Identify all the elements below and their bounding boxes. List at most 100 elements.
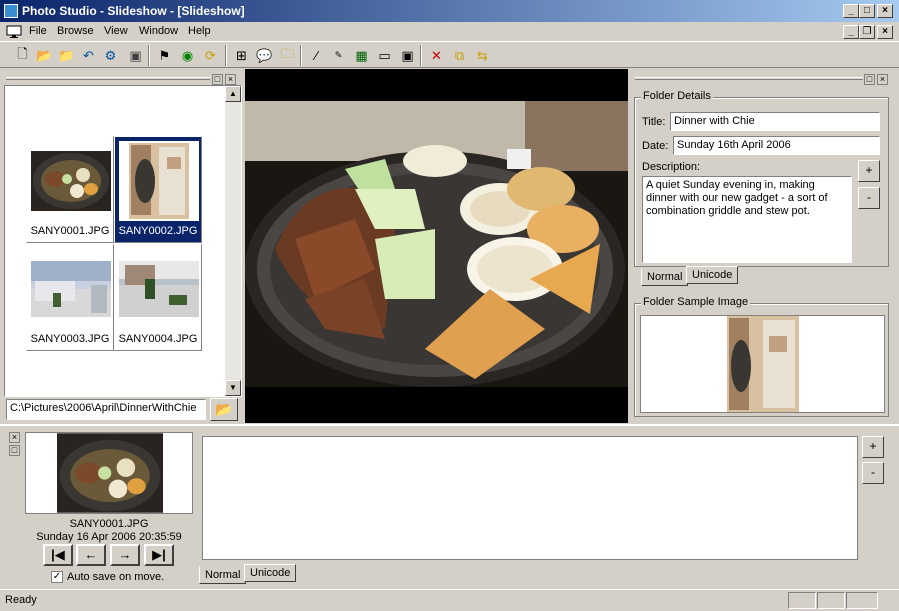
open-folder-icon: 📂 <box>215 401 233 417</box>
undo-icon[interactable]: ↶ <box>78 45 99 66</box>
save-icon[interactable]: ▣ <box>125 45 146 66</box>
toolbar: 🗋 📂 📁 ↶ ⚙ ▣ ⚑ ◉ ⟳ ⊞ 💬 🗀 ⁄ ✎ ▦ ▭ ▣ ✕ ⧉ ⇆ <box>0 41 899 68</box>
current-datetime: Sunday 16 Apr 2006 20:35:59 <box>36 531 182 543</box>
settings-icon[interactable]: ⚙ <box>100 45 121 66</box>
copy-folder-icon[interactable]: ⧉ <box>449 45 470 66</box>
thumbnail-label: SANY0001.JPG <box>30 225 110 237</box>
autosave-label: Auto save on move. <box>67 571 165 583</box>
last-icon: ▶| <box>152 547 166 562</box>
panel-float-button[interactable]: □ <box>864 74 875 85</box>
date-label: Date: <box>642 140 669 152</box>
comment-icon[interactable]: 💬 <box>254 45 275 66</box>
bottom-panel-float-button[interactable]: □ <box>9 445 20 456</box>
last-image-button[interactable]: ▶| <box>144 544 174 566</box>
comment-field[interactable] <box>202 436 858 560</box>
date-field[interactable]: Sunday 16th April 2006 <box>673 136 880 155</box>
decrease-button[interactable]: - <box>858 187 880 209</box>
menu-help[interactable]: Help <box>188 25 211 37</box>
current-thumbnail-frame <box>25 432 193 514</box>
details-panel: □ × Folder Details Title: Dinner with Ch… <box>629 69 899 424</box>
thumbnail-list[interactable]: ▲ ▼ SANY0001.JPG SANY0002.JPG SANY0003.J… <box>4 85 242 397</box>
grid-icon[interactable]: ▦ <box>351 45 372 66</box>
close-button[interactable]: × <box>877 4 893 18</box>
description-label: Description: <box>642 161 701 173</box>
menu-bar: File Browse View Window Help _ ❐ × <box>0 22 899 41</box>
bottom-panel-close-button[interactable]: × <box>9 432 20 443</box>
open-folder-alt-icon[interactable]: 📁 <box>56 45 77 66</box>
thumbnail-image <box>119 249 199 329</box>
folder-sample-title: Folder Sample Image <box>641 296 751 308</box>
thumbnail-item-selected[interactable]: SANY0002.JPG <box>114 136 202 243</box>
delete-icon[interactable]: ✕ <box>426 45 447 66</box>
status-bar: Ready <box>0 589 899 611</box>
maximize-button[interactable]: □ <box>859 4 875 18</box>
bottom-decrease-button[interactable]: - <box>862 462 884 484</box>
description-field[interactable]: A quiet Sunday evening in, making dinner… <box>642 176 852 263</box>
current-filename: SANY0001.JPG <box>69 518 149 530</box>
main-photo <box>245 101 628 387</box>
thumbnail-image <box>31 141 111 221</box>
path-field[interactable]: C:\Pictures\2006\April\DinnerWithChie <box>6 399 206 420</box>
presentation-icon[interactable]: ▣ <box>397 45 418 66</box>
thumbnail-item[interactable]: SANY0004.JPG <box>114 244 202 351</box>
scrollbar[interactable]: ▲ ▼ <box>225 86 241 396</box>
image-viewer[interactable] <box>245 69 628 423</box>
mdi-restore-button[interactable]: ❐ <box>859 25 875 39</box>
scroll-up-button[interactable]: ▲ <box>225 86 241 102</box>
open-folder-icon[interactable]: 📂 <box>34 45 55 66</box>
wand-icon[interactable]: ⁄ <box>306 45 327 66</box>
arrow-left-icon: ← <box>84 547 98 562</box>
monitor-icon[interactable] <box>6 25 22 39</box>
folder-comment-icon[interactable]: 🗀 <box>277 45 298 66</box>
menu-browse[interactable]: Browse <box>57 25 94 37</box>
menu-view[interactable]: View <box>104 25 128 37</box>
thumbnail-label: SANY0002.JPG <box>118 225 198 237</box>
slideshow-icon[interactable]: ▭ <box>374 45 395 66</box>
tab-normal[interactable]: Normal <box>641 268 689 286</box>
thumbnails-icon[interactable]: ⊞ <box>231 45 252 66</box>
status-text: Ready <box>5 594 37 606</box>
xml-wand-icon[interactable]: ✎ <box>328 45 349 66</box>
title-field[interactable]: Dinner with Chie <box>670 112 880 131</box>
menu-file[interactable]: File <box>29 25 47 37</box>
bottom-panel: × □ SANY0001.JPG Sunday 16 Apr 2006 20:3… <box>0 424 899 589</box>
browser-panel: □ × ▲ ▼ SANY0001.JPG SANY0002.JPG SANY00… <box>0 69 244 424</box>
first-image-button[interactable]: |◀ <box>43 544 73 566</box>
next-image-button[interactable]: → <box>110 544 140 566</box>
panel-close-button[interactable]: × <box>225 74 236 85</box>
move-folder-icon[interactable]: ⇆ <box>472 45 493 66</box>
panel-float-button[interactable]: □ <box>212 74 223 85</box>
thumbnail-image <box>31 249 111 329</box>
thumbnail-item[interactable]: SANY0003.JPG <box>26 244 114 351</box>
autosave-checkbox[interactable]: ✓ <box>51 571 63 583</box>
thumbnail-label: SANY0003.JPG <box>30 333 110 345</box>
refresh-folder-icon[interactable]: ⟳ <box>200 45 221 66</box>
new-file-icon[interactable]: 🗋 <box>12 45 33 66</box>
globe-icon[interactable]: ◉ <box>177 45 198 66</box>
increase-button[interactable]: + <box>858 160 880 182</box>
browse-folder-button[interactable]: 📂 <box>210 398 238 421</box>
folder-details-title: Folder Details <box>641 90 713 102</box>
thumbnail-item[interactable]: SANY0001.JPG <box>26 136 114 243</box>
bottom-increase-button[interactable]: + <box>862 436 884 458</box>
title-bar: Photo Studio - Slideshow - [Slideshow] _… <box>0 0 899 22</box>
minimize-button[interactable]: _ <box>843 4 859 18</box>
window-title: Photo Studio - Slideshow - [Slideshow] <box>22 4 245 18</box>
scroll-down-button[interactable]: ▼ <box>225 380 241 396</box>
sample-image <box>727 316 799 412</box>
thumbnail-label: SANY0004.JPG <box>118 333 198 345</box>
panel-close-button[interactable]: × <box>877 74 888 85</box>
previous-image-button[interactable]: ← <box>76 544 106 566</box>
tab-unicode[interactable]: Unicode <box>686 266 739 284</box>
menu-window[interactable]: Window <box>139 25 178 37</box>
thumbnail-image <box>119 141 199 221</box>
mdi-minimize-button[interactable]: _ <box>843 25 859 39</box>
bottom-tab-normal[interactable]: Normal <box>199 566 247 584</box>
current-thumbnail <box>57 433 163 513</box>
arrow-right-icon: → <box>118 547 132 562</box>
title-label: Title: <box>642 116 666 128</box>
bottom-tab-unicode[interactable]: Unicode <box>244 564 297 582</box>
first-icon: |◀ <box>51 547 65 562</box>
sign-icon[interactable]: ⚑ <box>154 45 175 66</box>
mdi-close-button[interactable]: × <box>877 25 893 39</box>
